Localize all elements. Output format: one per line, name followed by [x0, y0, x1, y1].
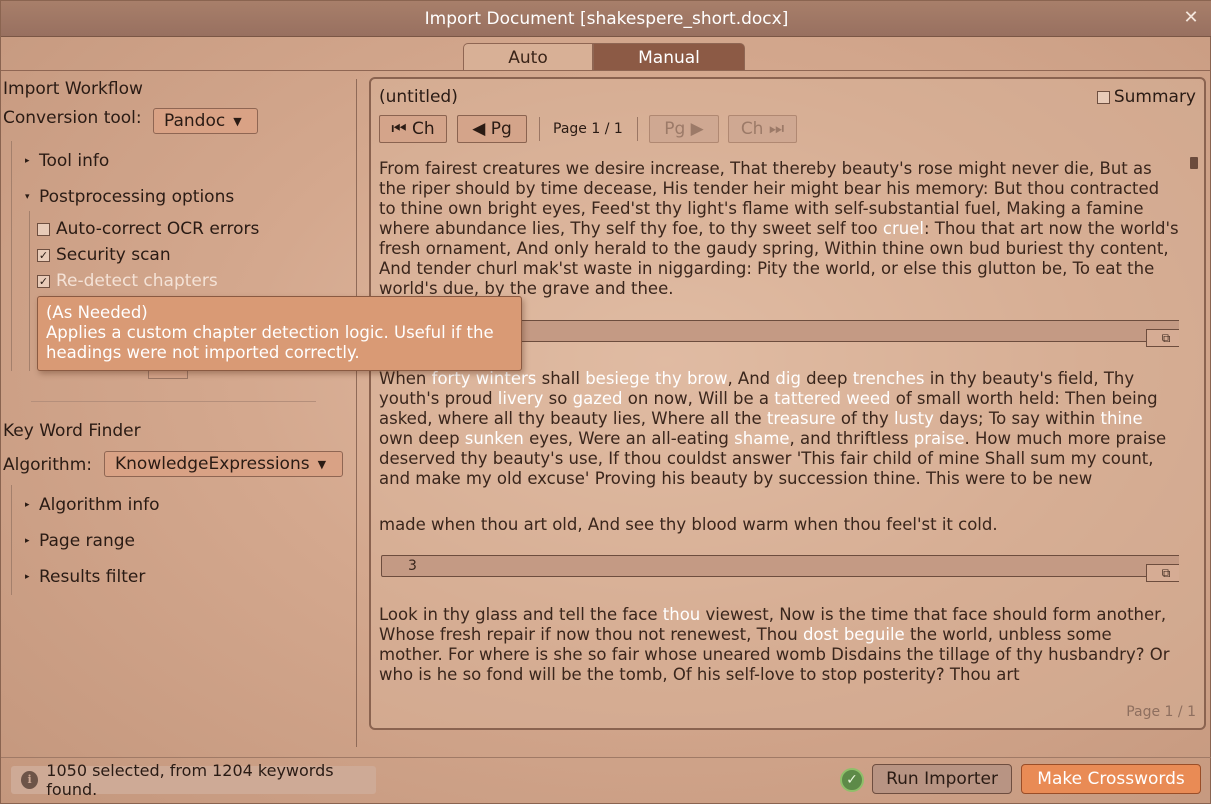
tab-auto[interactable]: Auto [463, 43, 593, 71]
keyword-finder-heading: Key Word Finder [3, 421, 141, 441]
prev-page-button[interactable]: ◀ Pg [457, 115, 527, 143]
chevron-right-icon: ▸ [25, 536, 30, 546]
next-page-button[interactable]: Pg ▶ [649, 115, 719, 143]
prev-chapter-button[interactable]: ⏮ Ch [379, 115, 447, 143]
option-security-scan[interactable]: ✓ Security scan [37, 245, 171, 265]
check-circle-icon: ✓ [840, 768, 864, 792]
conversion-tool-dropdown[interactable]: Pandoc ▼ [153, 108, 258, 134]
option-autocorrect-ocr[interactable]: Auto-correct OCR errors [37, 219, 259, 239]
left-panel: Import Workflow Conversion tool: Pandoc … [1, 71, 356, 751]
page-indicator: Page 1 / 1 [553, 121, 623, 137]
tooltip-body: Applies a custom chapter detection logic… [46, 323, 494, 362]
import-dialog: Import Document [shakespere_short.docx] … [0, 0, 1211, 804]
tree-item-label: Page range [39, 531, 135, 551]
paragraph: made when thou art old, And see thy bloo… [379, 515, 998, 534]
tool-info-label: Tool info [39, 151, 110, 171]
tree-guide-line [11, 141, 12, 371]
window-title: Import Document [shakespere_short.docx] [424, 8, 789, 29]
tree-guide-line [11, 485, 12, 595]
option-redetect-chapters[interactable]: ✓ Re-detect chapters [37, 271, 218, 291]
close-icon[interactable]: ✕ [1180, 7, 1202, 29]
nav-divider [637, 117, 638, 141]
summary-label: Summary [1113, 87, 1196, 107]
title-bar: Import Document [shakespere_short.docx] … [1, 1, 1211, 37]
tree-item-label: Algorithm info [39, 495, 160, 515]
tab-manual[interactable]: Manual [593, 43, 745, 71]
algorithm-info-toggle[interactable]: ▸ Algorithm info [25, 495, 160, 515]
document-text: From fairest creatures we desire increas… [379, 157, 1179, 687]
chevron-right-icon: ▸ [25, 500, 30, 510]
paragraph: Look in thy glass and tell the face thou… [379, 605, 1170, 684]
copy-icon[interactable]: ⧉ [1146, 329, 1179, 347]
page-range-toggle[interactable]: ▸ Page range [25, 531, 135, 551]
status-bar: i 1050 selected, from 1204 keywords foun… [1, 757, 1211, 804]
subtree-guide-line [29, 211, 30, 371]
status-text: 1050 selected, from 1204 keywords found. [46, 761, 334, 799]
paragraph: From fairest creatures we desire increas… [379, 159, 1179, 298]
option-label: Security scan [56, 245, 171, 265]
checkbox-checked-icon[interactable]: ✓ [37, 248, 50, 262]
algorithm-dropdown[interactable]: KnowledgeExpressions ▼ [104, 451, 343, 477]
mode-tabs: Auto Manual [463, 43, 745, 71]
results-filter-toggle[interactable]: ▸ Results filter [25, 567, 145, 587]
summary-toggle[interactable]: Summary [1096, 87, 1196, 107]
document-preview: (untitled) Summary ⏮ Ch ◀ Pg Page 1 / 1 … [369, 77, 1206, 730]
algorithm-label: Algorithm: [3, 455, 92, 475]
chevron-down-icon: ▼ [233, 114, 242, 128]
postprocessing-toggle[interactable]: ▾ Postprocessing options [25, 187, 234, 207]
algorithm-value: KnowledgeExpressions [115, 454, 310, 474]
chevron-right-icon: ▸ [25, 156, 30, 166]
page-footer: Page 1 / 1 [1126, 704, 1196, 720]
run-importer-button[interactable]: Run Importer [872, 764, 1012, 794]
next-chapter-button[interactable]: Ch ⏭ [728, 115, 797, 143]
tool-info-toggle[interactable]: ▸ Tool info [25, 151, 109, 171]
document-title: (untitled) [379, 87, 458, 107]
option-label: Auto-correct OCR errors [56, 219, 260, 239]
checkbox-checked-icon[interactable]: ✓ [37, 274, 50, 288]
tooltip-title: (As Needed) [46, 303, 148, 322]
scroll-thumb[interactable] [1190, 157, 1198, 169]
import-workflow-heading: Import Workflow [3, 79, 143, 99]
option-label: Re-detect chapters [56, 271, 218, 291]
make-crosswords-button[interactable]: Make Crosswords [1021, 764, 1201, 794]
copy-icon[interactable]: ⧉ [1146, 564, 1179, 582]
paragraph: When forty winters shall besiege thy bro… [379, 369, 1167, 488]
tooltip: (As Needed) Applies a custom chapter det… [37, 296, 522, 371]
chapter-number: 3 [408, 558, 417, 574]
chevron-down-icon: ▼ [317, 457, 327, 471]
section-divider [31, 401, 316, 402]
info-icon: i [21, 771, 39, 789]
chapter-marker[interactable]: 3 ⧉ [381, 555, 1179, 582]
status-message: i 1050 selected, from 1204 keywords foun… [11, 761, 376, 799]
scrollbar[interactable] [1190, 157, 1198, 687]
chevron-right-icon: ▸ [25, 572, 30, 582]
panel-splitter[interactable] [356, 79, 357, 747]
tree-item-label: Results filter [39, 567, 146, 587]
chevron-down-icon: ▾ [25, 192, 30, 202]
nav-divider [539, 117, 540, 141]
checkbox-unchecked-icon[interactable] [37, 222, 50, 236]
conversion-tool-value: Pandoc [164, 111, 226, 131]
checkbox-unchecked-icon[interactable] [1096, 90, 1110, 104]
postprocessing-label: Postprocessing options [39, 187, 235, 207]
conversion-tool-label: Conversion tool: [3, 108, 142, 128]
